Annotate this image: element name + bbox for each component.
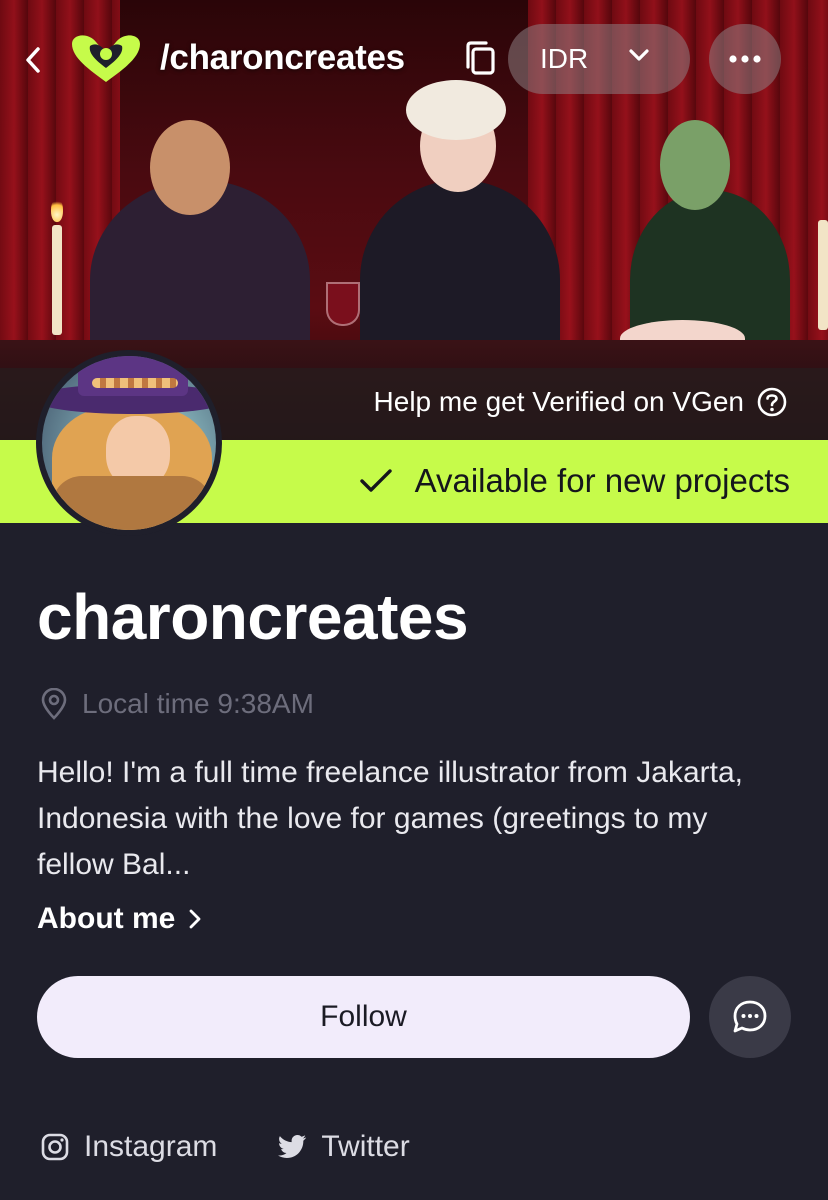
message-button[interactable] bbox=[709, 976, 791, 1058]
about-me-label: About me bbox=[37, 902, 176, 935]
avatar-armor bbox=[52, 476, 212, 530]
availability-status: Available for new projects bbox=[359, 462, 790, 500]
local-time: Local time 9:38AM bbox=[40, 688, 314, 720]
availability-text: Available for new projects bbox=[414, 462, 790, 499]
verify-text: Help me get Verified on VGen bbox=[373, 386, 744, 417]
copy-icon[interactable] bbox=[462, 40, 500, 78]
chevron-down-icon bbox=[629, 49, 649, 61]
chevron-right-icon bbox=[189, 909, 201, 929]
social-links: Instagram Twitter bbox=[40, 1130, 410, 1164]
username: charoncreates bbox=[37, 581, 469, 653]
currency-value: IDR bbox=[540, 43, 589, 74]
twitter-label: Twitter bbox=[321, 1130, 410, 1163]
chat-bubble-icon bbox=[733, 1000, 767, 1033]
local-time-text: Local time 9:38AM bbox=[82, 688, 314, 719]
checkmark-icon bbox=[359, 469, 392, 492]
chevron-left-icon bbox=[26, 47, 40, 73]
avatar[interactable] bbox=[36, 350, 222, 536]
candle-left-flame bbox=[51, 198, 63, 222]
wine-glass bbox=[326, 282, 360, 326]
help-icon bbox=[757, 387, 787, 417]
verify-link[interactable]: Help me get Verified on VGen bbox=[374, 386, 788, 418]
figure-1-head bbox=[150, 120, 230, 215]
figure-3-head bbox=[660, 120, 730, 210]
instagram-link[interactable]: Instagram bbox=[40, 1130, 217, 1164]
instagram-label: Instagram bbox=[84, 1130, 218, 1163]
ellipsis-icon bbox=[729, 55, 761, 63]
bio-text: Hello! I'm a full time freelance illustr… bbox=[37, 756, 743, 881]
location-pin-icon bbox=[41, 688, 67, 720]
twitter-icon bbox=[278, 1135, 307, 1158]
twitter-link[interactable]: Twitter bbox=[277, 1130, 410, 1164]
top-nav: /charoncreates IDR bbox=[0, 0, 828, 120]
vgen-logo-icon[interactable] bbox=[66, 30, 146, 86]
avatar-image bbox=[42, 356, 216, 530]
avatar-hat-top bbox=[78, 356, 188, 396]
candle-left bbox=[52, 225, 62, 335]
avatar-hat-band bbox=[92, 378, 178, 388]
follow-button[interactable]: Follow bbox=[37, 976, 690, 1058]
instagram-icon bbox=[41, 1133, 69, 1161]
currency-select[interactable]: IDR bbox=[508, 24, 690, 94]
candle-right bbox=[818, 220, 828, 330]
more-options-button[interactable] bbox=[709, 24, 781, 94]
back-button[interactable] bbox=[18, 40, 48, 80]
profile-handle: /charoncreates bbox=[160, 38, 405, 77]
about-me-link[interactable]: About me bbox=[37, 902, 201, 936]
